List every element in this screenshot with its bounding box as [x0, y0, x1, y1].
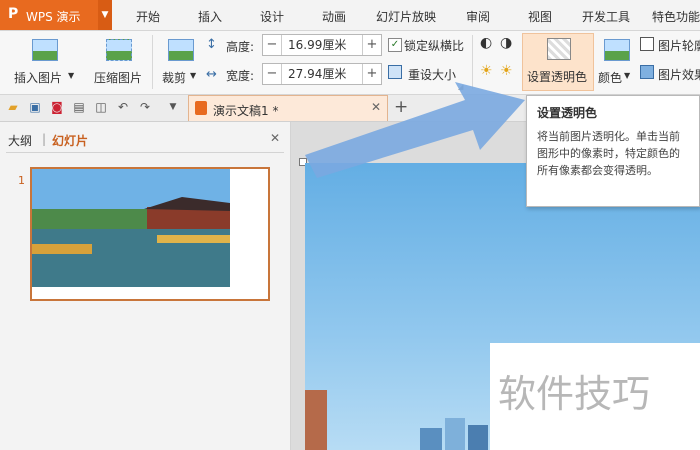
height-stepper[interactable]: − 16.99厘米 +: [262, 34, 382, 56]
compress-picture-label: 压缩图片: [94, 71, 143, 85]
app-menu-button[interactable]: P WPS 演示 ▼: [0, 0, 112, 30]
menu-item-developer[interactable]: 开发工具: [582, 8, 630, 25]
pointer-arrow: [305, 82, 525, 178]
lock-ratio-checkbox[interactable]: ✓: [388, 38, 402, 52]
save-icon[interactable]: ▣: [28, 100, 42, 114]
compress-picture-button[interactable]: 压缩图片: [88, 35, 148, 91]
set-transparent-color-label: 设置透明色: [527, 70, 588, 84]
chevron-down-icon[interactable]: ▼: [98, 0, 112, 30]
tooltip-title: 设置透明色: [537, 106, 598, 120]
crop-label: 裁剪: [162, 71, 187, 85]
insert-picture-label: 插入图片: [14, 71, 63, 85]
menu-item-insert[interactable]: 插入: [198, 8, 222, 25]
slide-number: 1: [18, 174, 25, 187]
color-icon: [604, 39, 630, 61]
chevron-down-icon: ▼: [190, 71, 197, 80]
redo-icon[interactable]: ↷: [138, 100, 152, 114]
insert-picture-icon: [32, 39, 58, 61]
width-label: 宽度:: [226, 69, 255, 83]
picture-outline-button[interactable]: 图片轮廓: [658, 37, 700, 54]
picture-outline-icon: [640, 37, 654, 51]
crop-button[interactable]: 裁剪 ▼: [158, 35, 200, 91]
lock-ratio-label: 锁定纵横比: [404, 39, 465, 53]
slide-thumbnail[interactable]: [30, 167, 270, 301]
contrast-down-icon[interactable]: ◑: [500, 35, 512, 51]
width-icon: ↔: [206, 67, 217, 82]
chevron-down-icon: ▼: [68, 71, 75, 80]
increment-icon[interactable]: +: [363, 35, 381, 55]
picture-effect-button[interactable]: 图片效果: [658, 66, 700, 83]
compress-picture-icon: [106, 39, 132, 61]
chevron-down-icon: ▼: [624, 71, 631, 80]
print-icon[interactable]: ▤: [72, 100, 86, 114]
menu-item-slideshow[interactable]: 幻灯片放映: [376, 8, 436, 25]
height-icon: ↕: [206, 37, 217, 52]
thumbnail-picture: [32, 169, 230, 287]
menu-item-home[interactable]: 开始: [136, 8, 160, 25]
insert-picture-button[interactable]: 插入图片 ▼: [8, 35, 80, 91]
crop-icon: [168, 39, 194, 61]
pane-divider: [6, 152, 284, 153]
presentation-file-icon: [195, 101, 207, 115]
menu-item-design[interactable]: 设计: [260, 8, 284, 25]
export-pdf-icon[interactable]: ◙: [50, 100, 64, 114]
tooltip: 设置透明色 将当前图片透明化。单击当前图形中的像素时，特定颜色的所有像素都会变得…: [526, 95, 700, 207]
slide-navigation-pane: 大纲 | 幻灯片 ✕ 1: [0, 122, 291, 450]
print-preview-icon[interactable]: ◫: [94, 100, 108, 114]
open-folder-icon[interactable]: ▰: [6, 100, 20, 114]
menu-item-view[interactable]: 视图: [528, 8, 552, 25]
watermark-box: 软件技巧: [490, 343, 700, 450]
decrement-icon[interactable]: −: [263, 35, 281, 55]
menu-bar: P WPS 演示 ▼ 开始 插入 设计 动画 幻灯片放映 审阅 视图 开发工具 …: [0, 0, 700, 31]
tab-divider: |: [42, 132, 47, 146]
picture-effect-icon: [640, 65, 654, 79]
menu-item-review[interactable]: 审阅: [466, 8, 490, 25]
height-input[interactable]: 16.99厘米: [282, 35, 346, 55]
height-label: 高度:: [226, 40, 255, 54]
menu-item-animation[interactable]: 动画: [322, 8, 346, 25]
tooltip-body: 将当前图片透明化。单击当前图形中的像素时，特定颜色的所有像素都会变得透明。: [537, 130, 680, 177]
decrement-icon[interactable]: −: [263, 64, 281, 84]
menu-item-features[interactable]: 特色功能: [652, 8, 700, 25]
tab-slides[interactable]: 幻灯片: [52, 132, 88, 149]
close-pane-icon[interactable]: ✕: [270, 131, 280, 145]
ribbon-divider: [152, 35, 153, 89]
app-name: WPS 演示: [26, 10, 81, 24]
watermark-text: 软件技巧: [498, 372, 651, 416]
tab-outline[interactable]: 大纲: [8, 132, 32, 149]
undo-icon[interactable]: ↶: [116, 100, 130, 114]
document-tab-title: 演示文稿1 *: [213, 104, 279, 118]
transparent-color-icon: [547, 38, 571, 60]
color-button[interactable]: 颜色 ▼: [596, 35, 634, 91]
customize-toolbar-icon[interactable]: ▼: [166, 100, 180, 114]
color-label: 颜色: [598, 71, 623, 85]
wps-logo-icon: P: [8, 6, 19, 22]
contrast-up-icon[interactable]: ◐: [480, 35, 492, 51]
